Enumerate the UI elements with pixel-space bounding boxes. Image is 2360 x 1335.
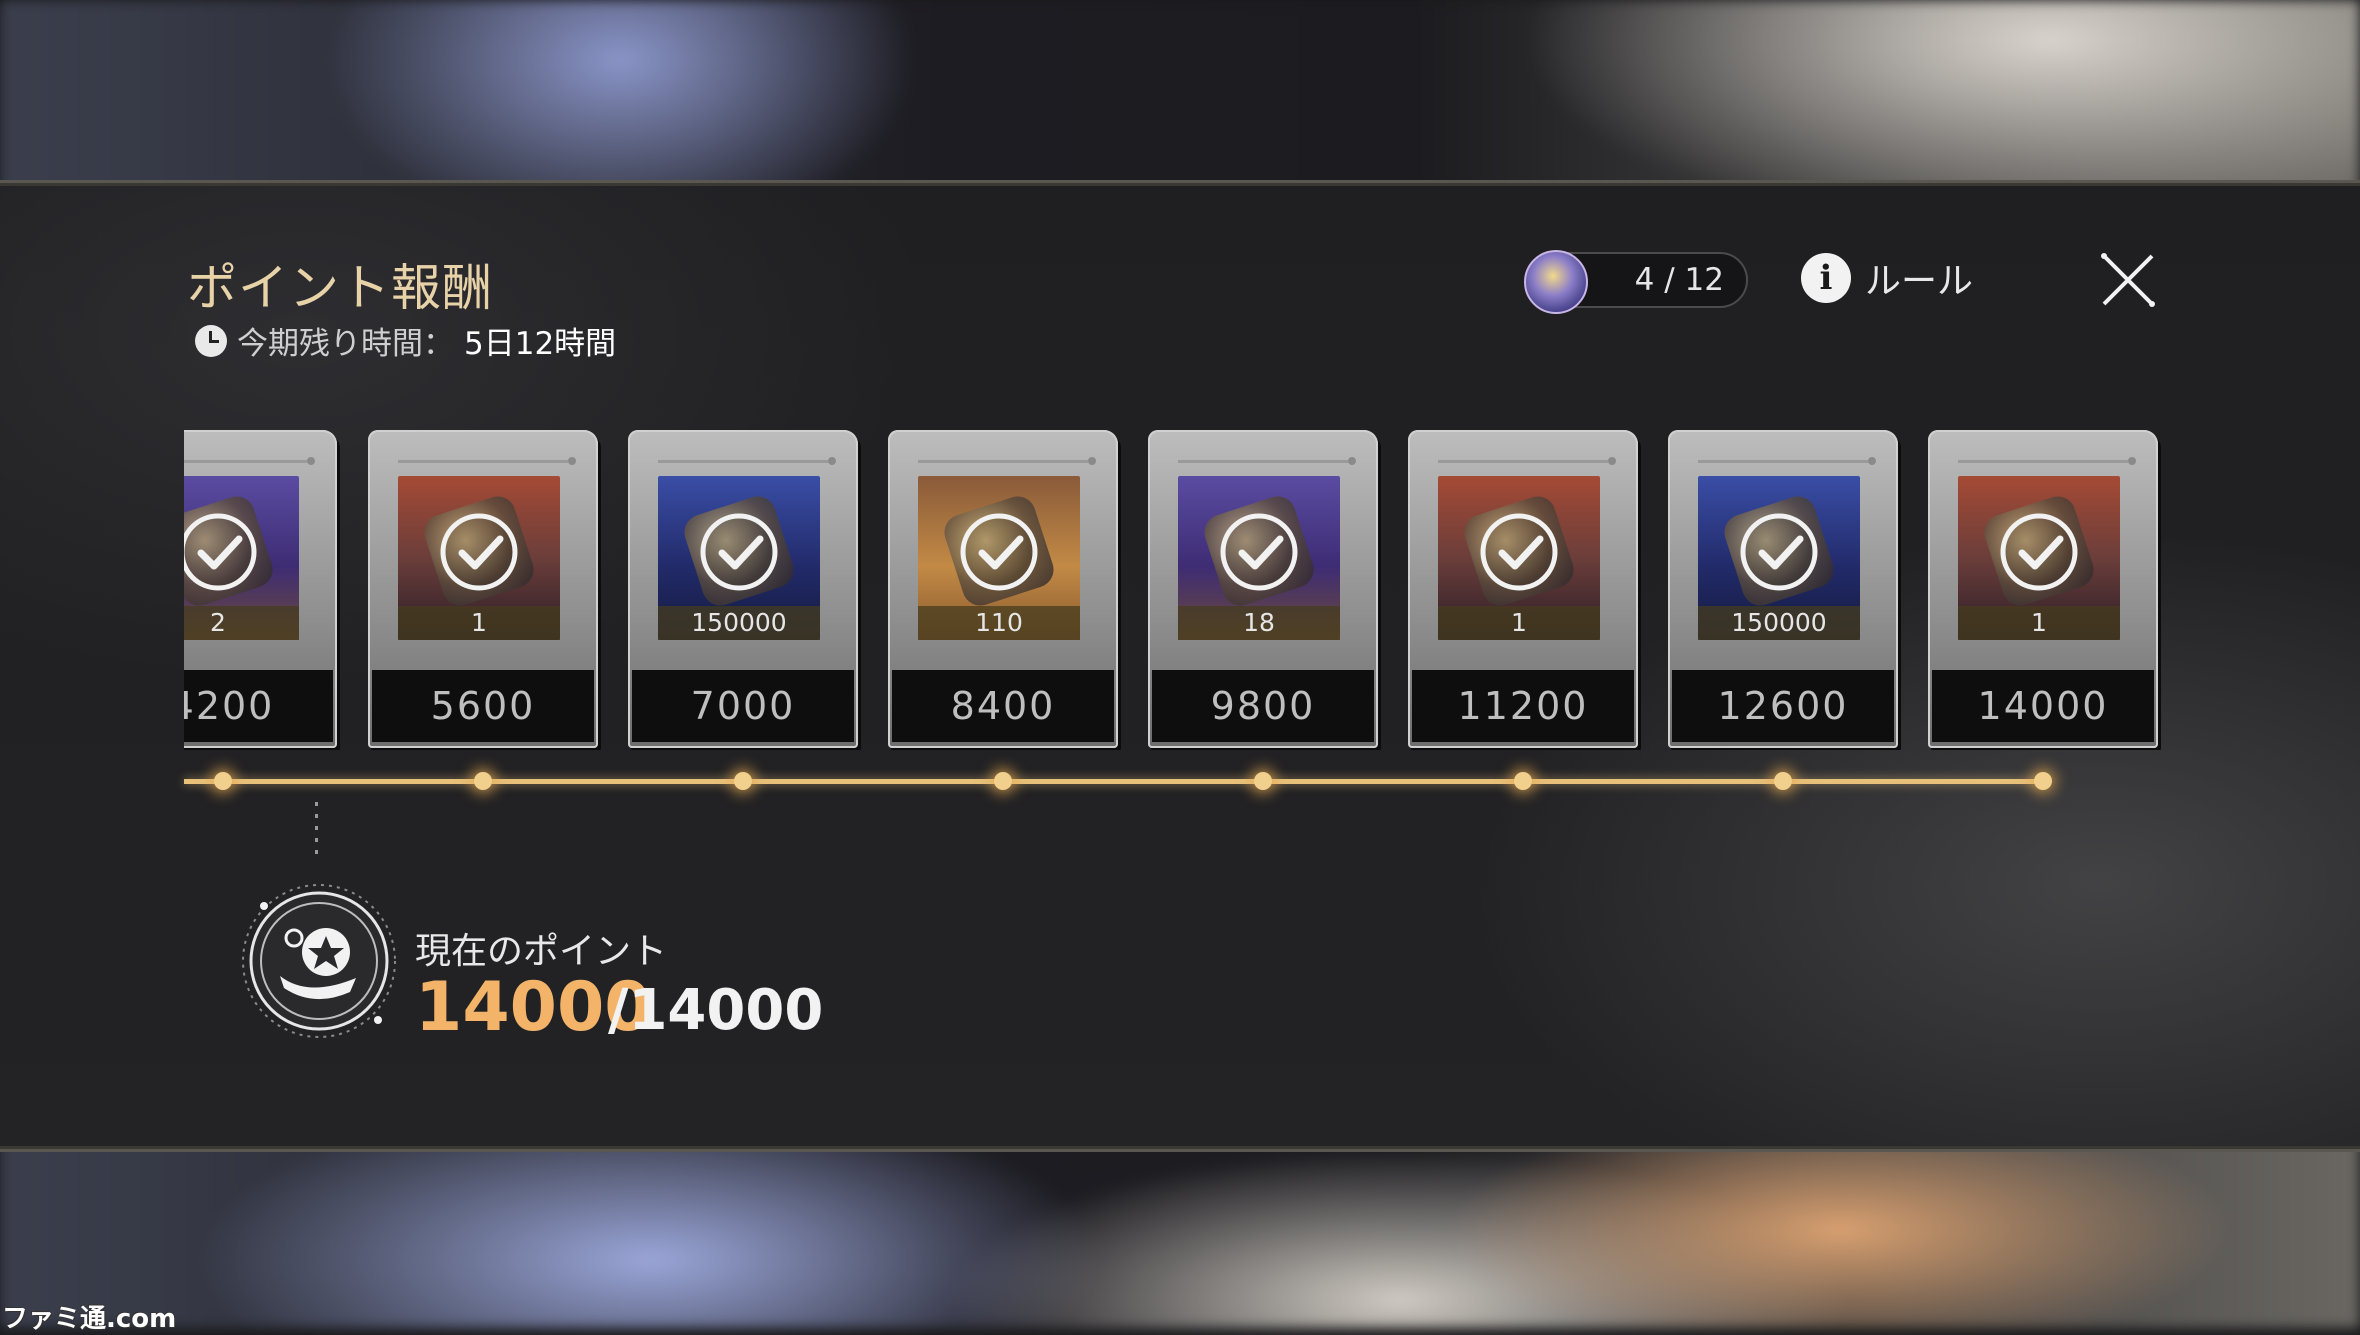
reward-points: 7000 [632, 670, 854, 742]
reward-card[interactable]: 110 8400 [888, 430, 1118, 748]
card-top-line [1438, 460, 1608, 463]
reward-points: 14000 [1932, 670, 2154, 742]
reward-card[interactable]: 1 14000 [1928, 430, 2158, 748]
card-top-line [398, 460, 568, 463]
reward-item-art: 1 [398, 476, 560, 640]
card-top-line [1698, 460, 1868, 463]
claimed-check-icon [184, 511, 259, 593]
reward-item-art: 110 [918, 476, 1080, 640]
reward-quantity: 150000 [1698, 606, 1860, 640]
progress-counter[interactable]: 4 / 12 [1526, 252, 1748, 308]
claimed-check-icon [438, 511, 520, 593]
reward-quantity: 150000 [658, 606, 820, 640]
info-icon: i [1801, 253, 1851, 303]
reward-card[interactable]: 1 11200 [1408, 430, 1638, 748]
reward-item-art: 150000 [1698, 476, 1860, 640]
claimed-check-icon [1998, 511, 2080, 593]
claimed-check-icon [698, 511, 780, 593]
current-points-max: /14000 [608, 978, 823, 1043]
claimed-check-icon [958, 511, 1040, 593]
reward-item-art: 1 [1958, 476, 2120, 640]
progress-node [474, 772, 492, 790]
period-timer: 今期残り時間： 5日12時間 [195, 318, 616, 363]
current-points-label: 現在のポイント [415, 922, 667, 974]
current-marker-dots [315, 802, 318, 862]
card-top-line [1178, 460, 1348, 463]
reward-quantity: 1 [1438, 606, 1600, 640]
reward-quantity: 2 [184, 606, 299, 640]
progress-node [2034, 772, 2052, 790]
card-top-line [1958, 460, 2128, 463]
reward-quantity: 110 [918, 606, 1080, 640]
reward-points: 4200 [184, 670, 333, 742]
progress-node [1254, 772, 1272, 790]
card-top-dot [307, 457, 315, 465]
card-top-dot [1868, 457, 1876, 465]
card-top-dot [568, 457, 576, 465]
reward-quantity: 18 [1178, 606, 1340, 640]
card-top-dot [1088, 457, 1096, 465]
rules-button[interactable]: i ルール [1801, 252, 1973, 304]
reward-card[interactable]: 1 5600 [368, 430, 598, 748]
progress-node [734, 772, 752, 790]
progress-node [994, 772, 1012, 790]
card-top-dot [1608, 457, 1616, 465]
claimed-check-icon [1738, 511, 1820, 593]
watermark: ファミ通.com [2, 1298, 176, 1335]
reward-card[interactable]: 18 9800 [1148, 430, 1378, 748]
card-top-line [184, 460, 307, 463]
progress-node [1774, 772, 1792, 790]
reward-item-art: 2 [184, 476, 299, 640]
card-top-dot [2128, 457, 2136, 465]
reward-points: 11200 [1412, 670, 1634, 742]
counter-text: 4 / 12 [1635, 262, 1724, 298]
points-medal-icon [238, 880, 400, 1042]
reward-item-art: 150000 [658, 476, 820, 640]
reward-card[interactable]: 150000 7000 [628, 430, 858, 748]
reward-points: 12600 [1672, 670, 1894, 742]
close-icon[interactable] [2098, 250, 2158, 310]
reward-quantity: 1 [398, 606, 560, 640]
page-title: ポイント報酬 [187, 248, 493, 320]
card-top-line [918, 460, 1088, 463]
reward-track: 2420015600150000700011084001898001112001… [184, 430, 2184, 750]
reward-points: 9800 [1152, 670, 1374, 742]
reward-points: 5600 [372, 670, 594, 742]
card-top-line [658, 460, 828, 463]
rules-label: ルール [1865, 252, 1973, 304]
timer-label: 今期残り時間： [237, 318, 454, 363]
reward-quantity: 1 [1958, 606, 2120, 640]
progress-node [214, 772, 232, 790]
card-top-dot [1348, 457, 1356, 465]
reward-card[interactable]: 2 4200 [184, 430, 337, 748]
progress-node [1514, 772, 1532, 790]
reward-item-art: 18 [1178, 476, 1340, 640]
card-top-dot [828, 457, 836, 465]
reward-item-art: 1 [1438, 476, 1600, 640]
progress-line [184, 779, 2044, 784]
reward-card[interactable]: 150000 12600 [1668, 430, 1898, 748]
character-badge-icon [1524, 250, 1588, 314]
claimed-check-icon [1478, 511, 1560, 593]
clock-icon [195, 325, 227, 357]
timer-value: 5日12時間 [464, 318, 616, 363]
reward-points: 8400 [892, 670, 1114, 742]
claimed-check-icon [1218, 511, 1300, 593]
